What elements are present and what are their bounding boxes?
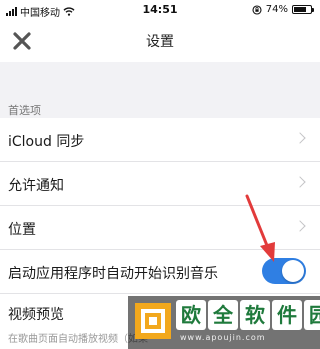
status-right: 74% bbox=[252, 4, 314, 15]
watermark: 欧 全 软 件 园 www.apoujin.com bbox=[128, 296, 320, 349]
nav-bar: 设置 bbox=[0, 22, 320, 60]
status-bar: 中国移动 14:51 74% bbox=[0, 0, 320, 22]
watermark-char: 欧 bbox=[176, 300, 206, 330]
section-header-label: 首选项 bbox=[8, 104, 41, 117]
orientation-lock-icon bbox=[252, 4, 262, 15]
page-title: 设置 bbox=[146, 34, 174, 50]
battery-percent: 74% bbox=[265, 4, 288, 15]
chevron-right-icon bbox=[294, 220, 306, 232]
watermark-url: www.apoujin.com bbox=[180, 333, 266, 342]
chevron-right-icon bbox=[294, 132, 306, 144]
chevron-right-icon bbox=[294, 176, 306, 188]
row-subtitle: 在歌曲页面自动播放视频（如果 bbox=[8, 334, 148, 345]
toggle-knob bbox=[282, 260, 304, 282]
settings-row-auto-recognize: 启动应用程序时自动开始识别音乐 bbox=[0, 250, 320, 294]
watermark-char: 全 bbox=[208, 300, 238, 330]
row-label: 视频预览 bbox=[8, 307, 64, 323]
watermark-logo-icon bbox=[135, 303, 171, 339]
battery-icon bbox=[292, 5, 314, 14]
row-label: iCloud 同步 bbox=[8, 134, 85, 150]
auto-recognize-toggle[interactable] bbox=[262, 258, 306, 284]
section-header: 首选项 bbox=[0, 88, 320, 118]
row-label: 位置 bbox=[8, 222, 36, 238]
section-spacer bbox=[0, 62, 320, 88]
watermark-char: 件 bbox=[272, 300, 302, 330]
row-label: 启动应用程序时自动开始识别音乐 bbox=[8, 266, 218, 282]
settings-row-notifications[interactable]: 允许通知 bbox=[0, 162, 320, 206]
row-label: 允许通知 bbox=[8, 178, 64, 194]
watermark-text: 欧 全 软 件 园 bbox=[176, 300, 320, 330]
settings-row-location[interactable]: 位置 bbox=[0, 206, 320, 250]
battery-fill bbox=[294, 7, 306, 12]
watermark-char: 软 bbox=[240, 300, 270, 330]
settings-row-icloud-sync[interactable]: iCloud 同步 bbox=[0, 118, 320, 162]
watermark-char: 园 bbox=[304, 300, 320, 330]
